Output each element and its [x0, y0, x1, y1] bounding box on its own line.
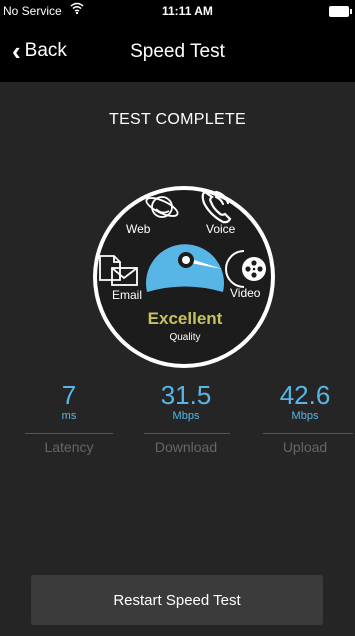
restart-button-label: Restart Speed Test	[113, 591, 241, 609]
download-value: 31.5	[160, 380, 212, 410]
latency-divider	[25, 433, 113, 434]
upload-label: Upload	[282, 439, 328, 455]
carrier-label: No Service	[3, 4, 62, 18]
download-unit: Mbps	[172, 410, 200, 422]
upload-value: 42.6	[279, 380, 331, 410]
quality-rating: Excellent	[148, 309, 223, 328]
latency-label: Latency	[44, 439, 94, 455]
wifi-icon	[70, 1, 84, 18]
latency-metric: 7 ms Latency	[19, 380, 119, 455]
clock: 11:11 AM	[162, 4, 213, 18]
latency-value: 7	[61, 380, 77, 410]
upload-divider	[263, 433, 353, 434]
quality-caption: Quality	[169, 332, 200, 343]
download-label: Download	[154, 439, 218, 455]
restart-speed-test-button[interactable]: Restart Speed Test	[31, 575, 323, 625]
navigation-bar: ‹ Back Speed Test	[0, 22, 355, 82]
upload-unit: Mbps	[291, 410, 319, 422]
quality-dial: Web Voice Email Video Excellent Quality	[93, 186, 275, 368]
battery-icon	[329, 6, 352, 17]
download-divider	[144, 433, 230, 434]
page-title: Speed Test	[130, 41, 225, 62]
video-label: Video	[230, 286, 261, 300]
web-label: Web	[126, 222, 151, 236]
upload-metric: 42.6 Mbps Upload	[255, 380, 355, 455]
email-label: Email	[112, 288, 142, 302]
test-status-heading: TEST COMPLETE	[109, 111, 246, 128]
status-bar: No Service 11:11 AM	[0, 0, 355, 22]
download-metric: 31.5 Mbps Download	[136, 380, 236, 455]
voice-label: Voice	[206, 222, 236, 236]
latency-unit: ms	[61, 410, 77, 422]
